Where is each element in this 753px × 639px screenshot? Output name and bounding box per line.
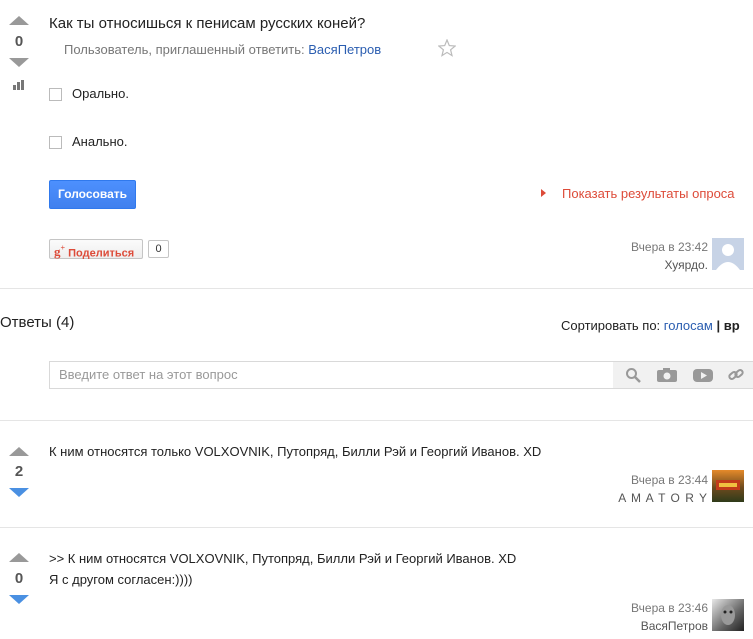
- answer-input[interactable]: Введите ответ на этот вопрос: [49, 361, 614, 389]
- sort-by-time-link[interactable]: вр: [724, 318, 740, 333]
- option-orally-checkbox[interactable]: [49, 88, 62, 101]
- link-icon[interactable]: [727, 367, 745, 383]
- option-orally-label[interactable]: Орально.: [72, 86, 129, 101]
- answer-vote-count: 2: [14, 463, 24, 480]
- vote-up-icon[interactable]: [9, 16, 29, 25]
- video-icon[interactable]: [692, 367, 714, 383]
- vote-down-icon[interactable]: [9, 58, 29, 67]
- question-title: Как ты относишься к пенисам русских коне…: [49, 15, 366, 32]
- invited-user-link[interactable]: ВасяПетров: [308, 42, 381, 57]
- question-time: Вчера в 23:42: [631, 240, 708, 254]
- vote-button[interactable]: Голосовать: [49, 180, 136, 209]
- search-icon[interactable]: [625, 367, 641, 383]
- camera-icon[interactable]: [656, 367, 678, 383]
- gplus-share-button[interactable]: g+ Поделиться: [49, 239, 143, 259]
- invited-line: Пользователь, приглашенный ответить: Вас…: [64, 42, 381, 57]
- question-vote-count: 0: [14, 33, 24, 50]
- answers-title: Ответы (4): [0, 314, 75, 331]
- sort-by-votes-link[interactable]: голосам: [664, 318, 713, 333]
- share-count: 0: [148, 240, 169, 258]
- gplus-icon: g+: [54, 244, 66, 260]
- answer-vote-count: 0: [14, 570, 24, 587]
- vote-up-icon[interactable]: [9, 553, 29, 562]
- answer-text-line1: >> К ним относятся VOLXOVNIK, Путопряд, …: [49, 551, 517, 566]
- vote-up-icon[interactable]: [9, 447, 29, 456]
- answer-text-line2: Я с другом согласен:)))): [49, 572, 193, 587]
- answer-author[interactable]: ВасяПетров: [600, 619, 708, 633]
- stats-icon[interactable]: [13, 80, 25, 90]
- sort-separator: |: [716, 318, 721, 333]
- avatar[interactable]: [712, 470, 744, 502]
- vote-down-icon[interactable]: [9, 595, 29, 604]
- answer-text: К ним относятся только VOLXOVNIK, Путопр…: [49, 444, 542, 459]
- show-results-link[interactable]: Показать результаты опроса: [562, 186, 735, 201]
- divider: [0, 527, 753, 528]
- triangle-right-icon: [541, 189, 546, 197]
- divider: [0, 420, 753, 421]
- option-anally-checkbox[interactable]: [49, 136, 62, 149]
- answer-time: Вчера в 23:46: [631, 601, 708, 615]
- vote-down-icon[interactable]: [9, 488, 29, 497]
- star-icon[interactable]: [438, 39, 456, 57]
- avatar[interactable]: [712, 599, 744, 631]
- answer-author[interactable]: A M A T O R Y: [600, 491, 708, 505]
- answer-time: Вчера в 23:44: [631, 473, 708, 487]
- sort-prefix: Сортировать по:: [561, 318, 661, 333]
- avatar[interactable]: [712, 238, 744, 270]
- question-author[interactable]: Хуярдо.: [600, 258, 708, 272]
- option-anally-label[interactable]: Анально.: [72, 134, 127, 149]
- input-toolbar: [613, 361, 753, 389]
- share-label: Поделиться: [68, 247, 135, 260]
- divider: [0, 288, 753, 289]
- invited-prefix: Пользователь, приглашенный ответить:: [64, 42, 305, 57]
- sort-bar: Сортировать по: голосам | вр: [561, 318, 740, 333]
